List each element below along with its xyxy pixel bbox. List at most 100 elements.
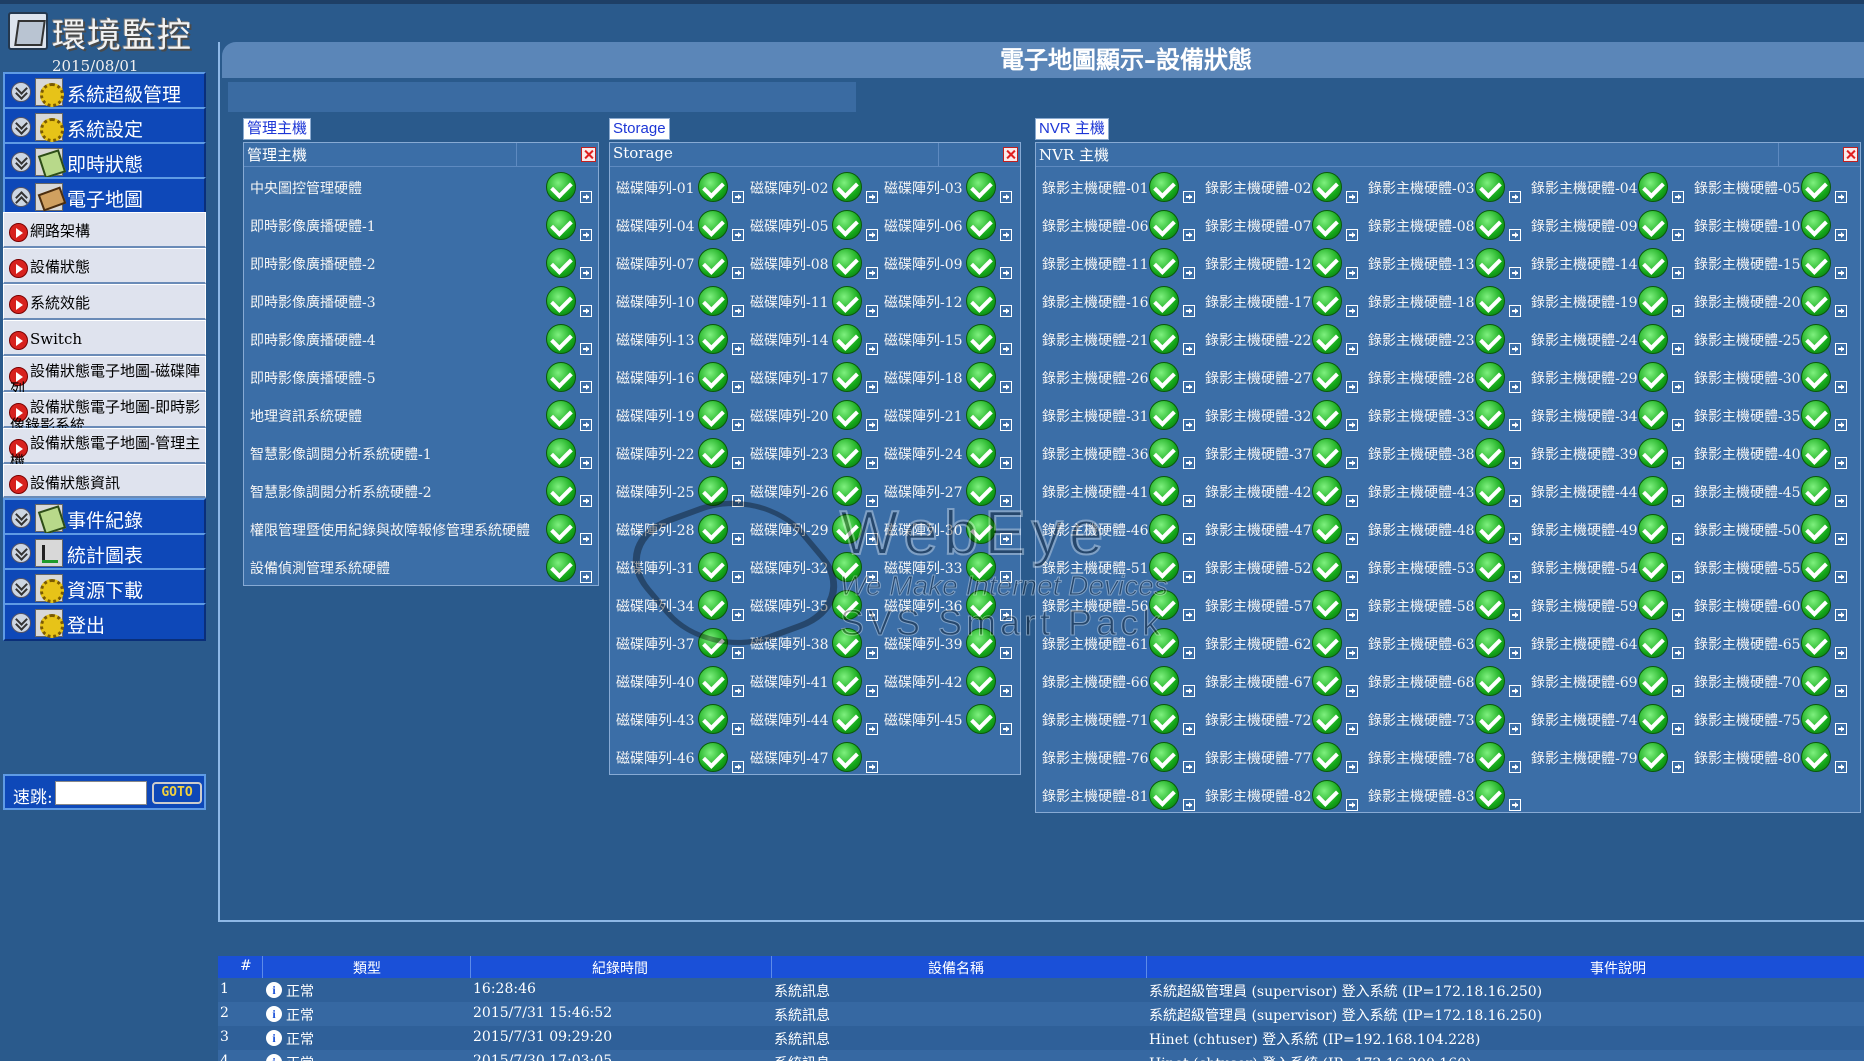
device-item[interactable]: 磁碟陣列-43 [610,701,744,737]
link-arrow-icon[interactable] [732,495,744,507]
device-item[interactable]: 磁碟陣列-38 [744,625,878,661]
link-arrow-icon[interactable] [1509,267,1521,279]
link-arrow-icon[interactable] [1672,647,1684,659]
link-arrow-icon[interactable] [1183,609,1195,621]
link-arrow-icon[interactable] [866,191,878,203]
device-item[interactable]: 地理資訊系統硬體 [244,397,600,433]
link-arrow-icon[interactable] [1835,723,1847,735]
device-item[interactable]: 錄影主機硬體-39 [1525,435,1688,471]
device-item[interactable]: 錄影主機硬體-47 [1199,511,1362,547]
link-arrow-icon[interactable] [1346,571,1358,583]
device-item[interactable]: 錄影主機硬體-41 [1036,473,1199,509]
device-item[interactable]: 錄影主機硬體-51 [1036,549,1199,585]
device-item[interactable]: 錄影主機硬體-66 [1036,663,1199,699]
link-arrow-icon[interactable] [732,685,744,697]
link-arrow-icon[interactable] [1835,305,1847,317]
link-arrow-icon[interactable] [732,723,744,735]
storage-panel-tab[interactable]: Storage [609,118,670,140]
device-item[interactable]: 錄影主機硬體-80 [1688,739,1851,775]
device-item[interactable]: 錄影主機硬體-40 [1688,435,1851,471]
device-item[interactable]: 錄影主機硬體-75 [1688,701,1851,737]
chevron-icon[interactable] [11,82,31,102]
device-item[interactable]: 磁碟陣列-46 [610,739,744,775]
device-item[interactable]: 錄影主機硬體-44 [1525,473,1688,509]
link-arrow-icon[interactable] [866,419,878,431]
link-arrow-icon[interactable] [1000,419,1012,431]
device-item[interactable]: 錄影主機硬體-32 [1199,397,1362,433]
link-arrow-icon[interactable] [1183,419,1195,431]
link-arrow-icon[interactable] [580,343,592,355]
device-item[interactable]: 錄影主機硬體-23 [1362,321,1525,357]
device-item[interactable]: 錄影主機硬體-36 [1036,435,1199,471]
device-item[interactable]: 錄影主機硬體-62 [1199,625,1362,661]
device-item[interactable]: 磁碟陣列-45 [878,701,1012,737]
device-item[interactable]: 智慧影像調閱分析系統硬體-2 [244,473,600,509]
device-item[interactable]: 磁碟陣列-27 [878,473,1012,509]
link-arrow-icon[interactable] [1509,305,1521,317]
link-arrow-icon[interactable] [580,305,592,317]
device-item[interactable]: 錄影主機硬體-42 [1199,473,1362,509]
link-arrow-icon[interactable] [1346,457,1358,469]
link-arrow-icon[interactable] [866,305,878,317]
device-item[interactable]: 磁碟陣列-26 [744,473,878,509]
device-item[interactable]: 錄影主機硬體-72 [1199,701,1362,737]
device-item[interactable]: 錄影主機硬體-25 [1688,321,1851,357]
link-arrow-icon[interactable] [1183,799,1195,811]
device-item[interactable]: 錄影主機硬體-57 [1199,587,1362,623]
link-arrow-icon[interactable] [866,229,878,241]
link-arrow-icon[interactable] [1183,381,1195,393]
device-item[interactable]: 錄影主機硬體-08 [1362,207,1525,243]
submenu-item[interactable]: Switch [3,320,206,356]
menu-4[interactable]: 電子地圖 [3,177,206,215]
link-arrow-icon[interactable] [732,609,744,621]
link-arrow-icon[interactable] [732,343,744,355]
device-item[interactable]: 磁碟陣列-01 [610,169,744,205]
link-arrow-icon[interactable] [866,685,878,697]
link-arrow-icon[interactable] [866,267,878,279]
device-item[interactable]: 錄影主機硬體-05 [1688,169,1851,205]
device-item[interactable]: 錄影主機硬體-10 [1688,207,1851,243]
chevron-icon[interactable] [11,613,31,633]
device-item[interactable]: 磁碟陣列-18 [878,359,1012,395]
link-arrow-icon[interactable] [1346,229,1358,241]
device-item[interactable]: 磁碟陣列-32 [744,549,878,585]
link-arrow-icon[interactable] [1000,267,1012,279]
link-arrow-icon[interactable] [1672,229,1684,241]
device-item[interactable]: 錄影主機硬體-64 [1525,625,1688,661]
link-arrow-icon[interactable] [1183,647,1195,659]
link-arrow-icon[interactable] [1509,609,1521,621]
link-arrow-icon[interactable] [1346,191,1358,203]
link-arrow-icon[interactable] [866,723,878,735]
table-row[interactable]: 3 i 正常 2015/7/31 09:29:20 系統訊息 Hinet (chtuser… [218,1026,1864,1050]
link-arrow-icon[interactable] [1509,191,1521,203]
link-arrow-icon[interactable] [1346,799,1358,811]
link-arrow-icon[interactable] [580,571,592,583]
device-item[interactable]: 錄影主機硬體-65 [1688,625,1851,661]
link-arrow-icon[interactable] [1183,571,1195,583]
device-item[interactable]: 錄影主機硬體-24 [1525,321,1688,357]
link-arrow-icon[interactable] [1509,533,1521,545]
link-arrow-icon[interactable] [1509,799,1521,811]
link-arrow-icon[interactable] [1672,609,1684,621]
device-item[interactable]: 錄影主機硬體-74 [1525,701,1688,737]
link-arrow-icon[interactable] [1183,495,1195,507]
device-item[interactable]: 錄影主機硬體-09 [1525,207,1688,243]
link-arrow-icon[interactable] [1000,191,1012,203]
device-item[interactable]: 磁碟陣列-39 [878,625,1012,661]
link-arrow-icon[interactable] [866,609,878,621]
link-arrow-icon[interactable] [1509,419,1521,431]
link-arrow-icon[interactable] [1835,647,1847,659]
link-arrow-icon[interactable] [1183,267,1195,279]
link-arrow-icon[interactable] [732,457,744,469]
device-item[interactable]: 錄影主機硬體-22 [1199,321,1362,357]
device-item[interactable]: 錄影主機硬體-81 [1036,777,1199,813]
link-arrow-icon[interactable] [580,229,592,241]
device-item[interactable]: 磁碟陣列-04 [610,207,744,243]
link-arrow-icon[interactable] [1509,571,1521,583]
table-row[interactable]: 4 i 正常 2015/7/30 17:03:05 系統訊息 Hinet (chtuser… [218,1050,1864,1061]
menu-bottom-2[interactable]: 統計圖表 [3,533,206,571]
chevron-icon[interactable] [11,152,31,172]
device-item[interactable]: 錄影主機硬體-26 [1036,359,1199,395]
device-item[interactable]: 磁碟陣列-05 [744,207,878,243]
link-arrow-icon[interactable] [1509,647,1521,659]
